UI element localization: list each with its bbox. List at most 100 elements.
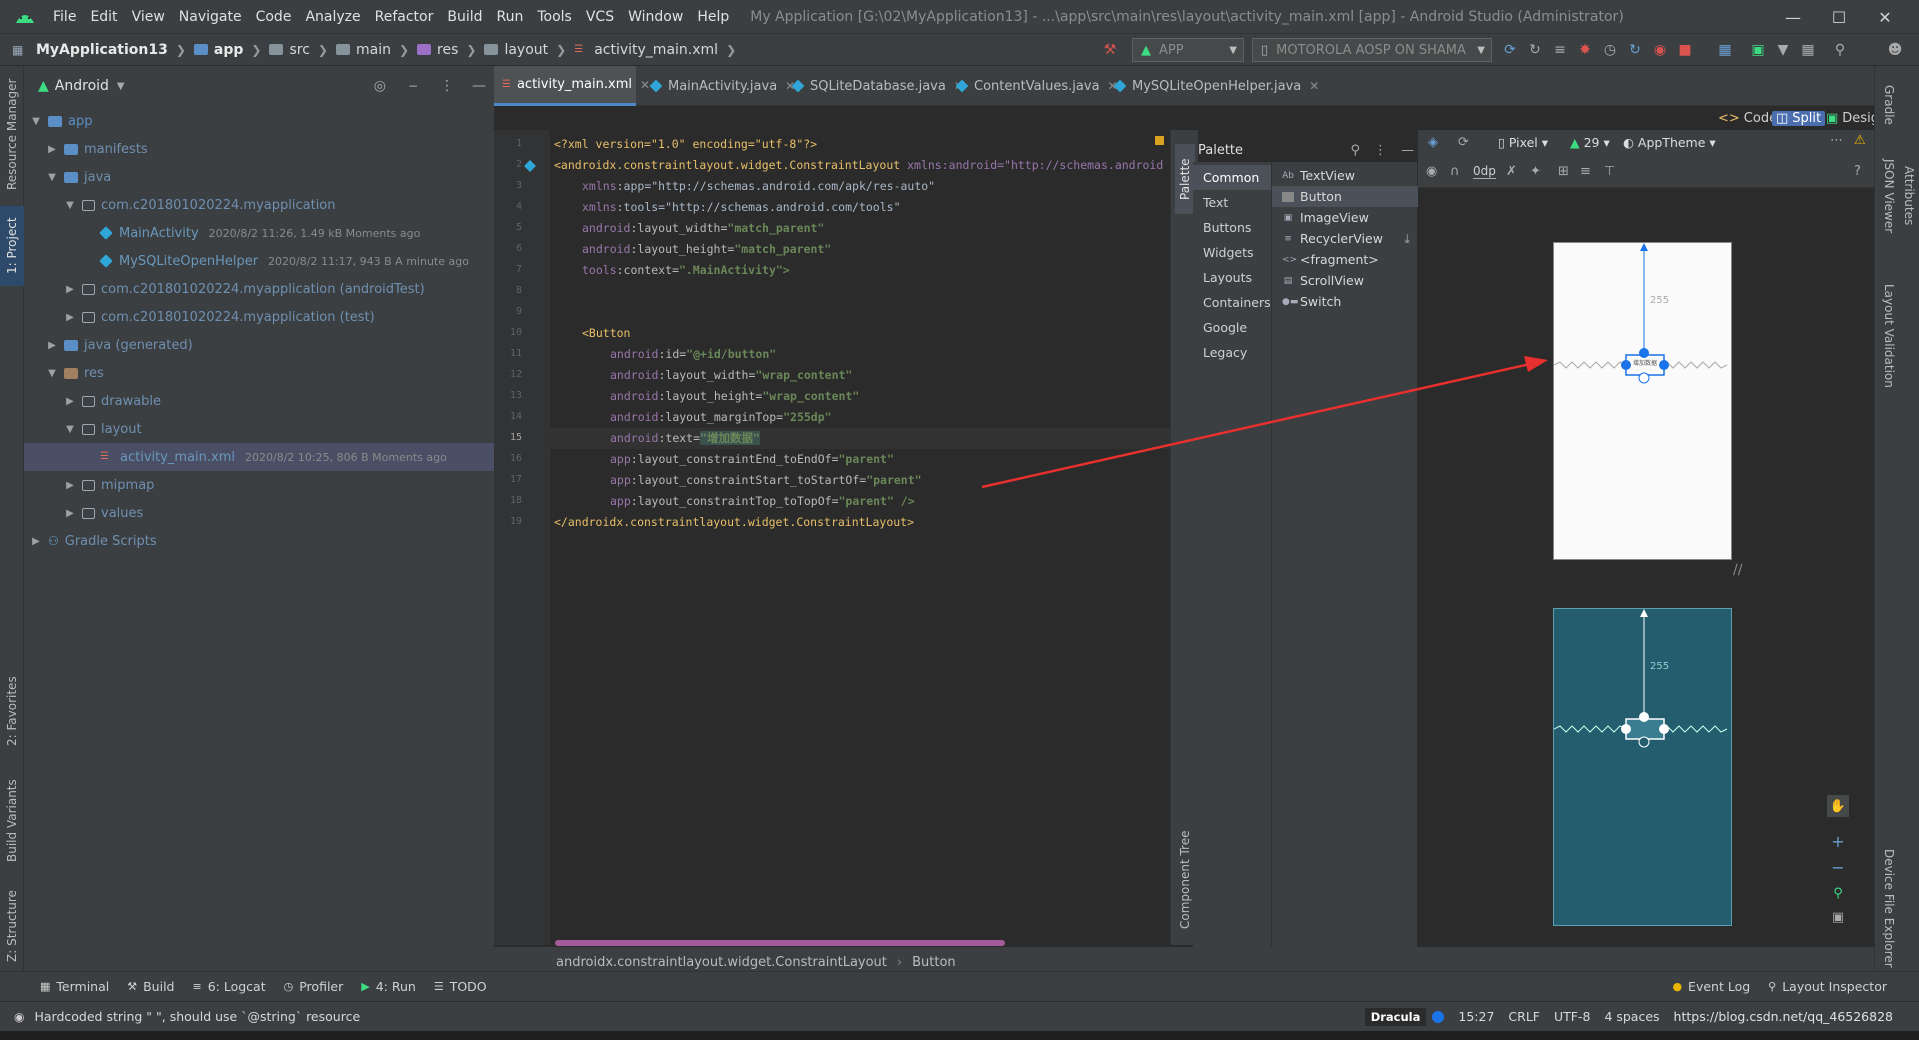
infer-constraints-icon[interactable]: ✦ xyxy=(1530,164,1541,179)
menu-vcs[interactable]: VCS xyxy=(579,0,621,34)
palette-item-textview[interactable]: Ab TextView xyxy=(1272,165,1418,186)
collapse-all-icon[interactable]: − xyxy=(408,79,418,93)
theme-indicator[interactable]: Dracula xyxy=(1364,1007,1427,1026)
tab-mysqliteopenhelper-java[interactable]: MySQLiteOpenHelper.java ✕ xyxy=(1106,66,1327,106)
sdk-manager-icon[interactable]: ▼ xyxy=(1773,40,1793,60)
search-icon[interactable]: ⚲ xyxy=(1350,143,1360,158)
build-variants-tab[interactable]: Build Variants xyxy=(0,766,24,876)
profile-icon[interactable]: ◷ xyxy=(1600,40,1620,60)
apply-code-changes-icon[interactable]: ↻ xyxy=(1525,40,1545,60)
menu-help[interactable]: Help xyxy=(690,0,736,34)
project-view-selector[interactable]: ▲ Android ▼ ◎ − ⋮ — xyxy=(24,66,494,106)
menu-code[interactable]: Code xyxy=(249,0,299,34)
menu-view[interactable]: View xyxy=(125,0,172,34)
tree-item-package-test[interactable]: ▶ com.c201801020224.myapplication (test) xyxy=(24,303,494,331)
hammer-icon[interactable]: ⚒ xyxy=(1100,40,1120,60)
user-icon[interactable]: ☻ xyxy=(1885,40,1905,60)
palette-category-containers[interactable]: Containers xyxy=(1193,290,1271,315)
options-icon[interactable]: ⋮ xyxy=(440,78,454,94)
component-tree-tab[interactable]: Component Tree xyxy=(1175,820,1195,940)
run-tab[interactable]: ▶ 4: Run xyxy=(361,979,416,994)
breadcrumb-button[interactable]: Button xyxy=(912,955,956,970)
build-tab[interactable]: ⚒ Build xyxy=(127,979,174,994)
logcat-tab[interactable]: ≡ 6: Logcat xyxy=(193,979,266,994)
close-window-button[interactable]: ✕ xyxy=(1862,0,1908,34)
layout-preview-icon[interactable] xyxy=(524,160,536,172)
breadcrumb-constraintlayout[interactable]: androidx.constraintlayout.widget.Constra… xyxy=(556,955,887,970)
tree-item-mainactivity[interactable]: MainActivity 2020/8/2 11:26, 1.49 kB Mom… xyxy=(24,219,494,247)
zoom-actual-icon[interactable]: ▣ xyxy=(1827,906,1849,928)
attributes-tab[interactable]: Attributes xyxy=(1897,146,1919,246)
breadcrumb-project[interactable]: MyApplication13 ❯ xyxy=(32,42,190,58)
tree-item-package[interactable]: ▼ com.c201801020224.myapplication xyxy=(24,191,494,219)
project-tab[interactable]: 1: Project xyxy=(0,206,24,286)
cursor-position[interactable]: 15:27 xyxy=(1458,1009,1494,1024)
palette-category-widgets[interactable]: Widgets xyxy=(1193,240,1271,265)
indent-setting[interactable]: 4 spaces xyxy=(1604,1009,1659,1024)
locate-icon[interactable]: ◎ xyxy=(374,78,386,94)
menu-analyze[interactable]: Analyze xyxy=(298,0,367,34)
menu-run[interactable]: Run xyxy=(490,0,531,34)
palette-category-common[interactable]: Common xyxy=(1193,165,1271,190)
structure-tab[interactable]: Z: Structure xyxy=(0,886,24,966)
avd-manager-icon[interactable]: ▣ xyxy=(1748,40,1768,60)
tree-item-java[interactable]: ▼ java xyxy=(24,163,494,191)
code-view-button[interactable]: <> Code xyxy=(1718,111,1777,126)
device-selector[interactable]: ▯ Pixel ▾ xyxy=(1498,135,1548,150)
palette-item-imageview[interactable]: ▣ ImageView xyxy=(1272,207,1418,228)
button-preview[interactable]: 增加数据 xyxy=(1628,358,1662,367)
android-profiler-icon[interactable]: ◉ xyxy=(1650,40,1670,60)
status-message[interactable]: Hardcoded string " ", should use `@strin… xyxy=(34,1009,360,1024)
palette-category-buttons[interactable]: Buttons xyxy=(1193,215,1271,240)
horizontal-scrollbar[interactable] xyxy=(555,940,1005,946)
layout-inspector-tab[interactable]: ⚲ Layout Inspector xyxy=(1768,979,1887,994)
resource-manager-tab[interactable]: Resource Manager xyxy=(0,74,24,194)
gradle-tab[interactable]: Gradle xyxy=(1877,70,1901,140)
event-log-tab[interactable]: ● Event Log xyxy=(1672,979,1750,994)
magnet-icon[interactable]: ∩ xyxy=(1450,164,1460,179)
todo-tab[interactable]: ☰ TODO xyxy=(434,979,487,994)
line-separator[interactable]: CRLF xyxy=(1508,1009,1540,1024)
palette-item-recyclerview[interactable]: ≡ RecyclerView ⤓ xyxy=(1272,228,1418,249)
profiler-tab[interactable]: ◷ Profiler xyxy=(284,979,344,994)
eye-icon[interactable]: ◉ xyxy=(1426,164,1437,179)
attach-debugger-icon[interactable]: ↻ xyxy=(1625,40,1645,60)
hide-panel-icon[interactable]: — xyxy=(1401,143,1414,158)
orientation-icon[interactable]: ⟳ xyxy=(1458,135,1469,150)
pack-icon[interactable]: ⊤ xyxy=(1604,164,1615,179)
help-icon[interactable]: ? xyxy=(1854,164,1861,179)
menu-navigate[interactable]: Navigate xyxy=(172,0,249,34)
menu-window[interactable]: Window xyxy=(621,0,690,34)
zoom-in-icon[interactable]: + xyxy=(1827,830,1849,852)
maximize-button[interactable]: ☐ xyxy=(1816,0,1862,34)
menu-refactor[interactable]: Refactor xyxy=(368,0,441,34)
file-encoding[interactable]: UTF-8 xyxy=(1554,1009,1590,1024)
options-icon[interactable]: ⋮ xyxy=(1374,143,1387,158)
options-icon[interactable]: ⋯ xyxy=(1830,133,1843,148)
run-list-icon[interactable]: ≡ xyxy=(1550,40,1570,60)
close-tab-icon[interactable]: ✕ xyxy=(1309,79,1319,93)
zoom-fit-icon[interactable]: ⚲ xyxy=(1827,882,1849,904)
palette-item-button[interactable]: Button xyxy=(1272,186,1418,207)
palette-category-layouts[interactable]: Layouts xyxy=(1193,265,1271,290)
pan-hand-icon[interactable]: ✋ xyxy=(1827,795,1849,817)
palette-category-text[interactable]: Text xyxy=(1193,190,1271,215)
default-margin-selector[interactable]: 0dp xyxy=(1473,164,1496,179)
warning-marker-icon[interactable] xyxy=(1155,136,1164,145)
tree-item-mipmap[interactable]: ▶ mipmap xyxy=(24,471,494,499)
menu-file[interactable]: File xyxy=(46,0,83,34)
stop-icon[interactable]: ■ xyxy=(1675,40,1695,60)
tab-sqlitedatabase-java[interactable]: SQLiteDatabase.java✕ xyxy=(784,66,972,106)
breadcrumb-src[interactable]: src ❯ xyxy=(265,42,332,58)
download-icon[interactable]: ⤓ xyxy=(1404,228,1410,249)
palette-tab[interactable]: Palette xyxy=(1175,144,1195,214)
tree-item-activity-main-xml[interactable]: ☰ activity_main.xml 2020/8/2 10:25, 806 … xyxy=(24,443,494,471)
breadcrumb-layout[interactable]: layout ❯ xyxy=(480,42,570,58)
search-icon[interactable]: ⚲ xyxy=(1830,40,1850,60)
breadcrumb-main[interactable]: main ❯ xyxy=(332,42,413,58)
device-file-explorer-tab[interactable]: Device File Explorer xyxy=(1877,846,1901,971)
terminal-tab[interactable]: ▦ Terminal xyxy=(40,979,109,994)
tab-activity-main-xml[interactable]: ☰ activity_main.xml ✕ xyxy=(494,66,650,106)
tree-item-java-generated[interactable]: ▶ java (generated) xyxy=(24,331,494,359)
layers-icon[interactable]: ◈ xyxy=(1428,135,1438,150)
